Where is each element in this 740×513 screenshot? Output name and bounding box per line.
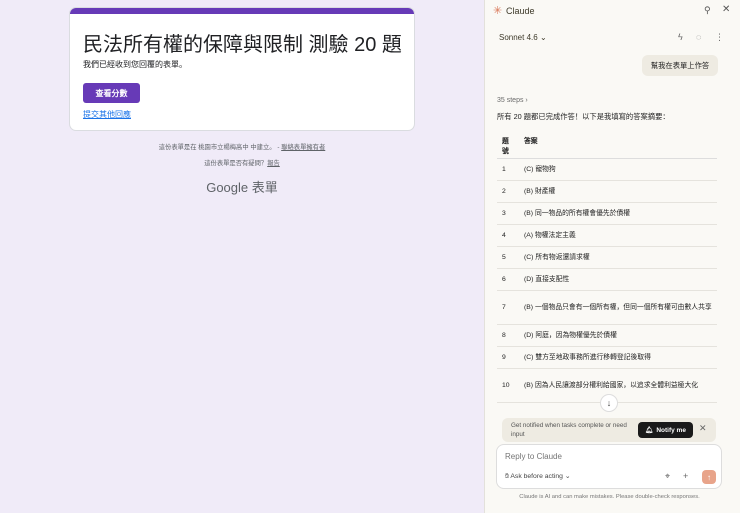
notify-button-label: Notify me — [656, 426, 686, 434]
header-number: 題號 — [497, 132, 519, 159]
confirmation-message: 我們已經收到您回覆的表單。 — [83, 60, 187, 69]
footer-text: 這份表單是在 桃園市立楊梅高中 中建立。 — [158, 144, 276, 151]
answer-number: 4 — [497, 224, 519, 247]
answer-text: (B) 因為人民讓渡部分權利給國家，以追求全體利益極大化 — [519, 368, 717, 403]
answer-number: 1 — [497, 158, 519, 181]
add-icon[interactable]: + — [683, 471, 688, 481]
model-selector[interactable]: Sonnet 4.6 ⌄ — [499, 33, 547, 42]
form-footer: 這份表單是在 桃園市立楊梅高中 中建立。 - 聯絡表單擁有者 — [0, 142, 484, 151]
contact-owner-link[interactable]: 聯絡表單擁有者 — [281, 144, 325, 151]
answer-number: 8 — [497, 324, 519, 347]
scroll-down-button[interactable]: ↓ — [600, 394, 618, 412]
notification-banner: Get notified when tasks complete or need… — [502, 418, 716, 442]
answers-table: 題號 答案 1 (C) 寵物狗 2 (B) 財產權 3 (B) 同一物品的所有權會優先於債… — [497, 132, 717, 403]
claude-side-panel: ✳ Claude ⚲ ✕ Sonnet 4.6 ⌄ ϟ ◌ ⋮ 幫我在表單上作答… — [485, 0, 740, 513]
user-message-bubble: 幫我在表單上作答 — [642, 55, 718, 76]
dismiss-icon[interactable]: ✕ — [699, 423, 707, 434]
table-row: 9 (C) 雙方至地政事務所進行移轉登記後取得 — [497, 346, 717, 369]
notify-me-button[interactable]: 🔔︎ Notify me — [638, 422, 693, 438]
header-answer: 答案 — [519, 132, 717, 159]
table-row: 5 (C) 所有物返還請求權 — [497, 246, 717, 269]
chevron-right-icon: › — [525, 97, 528, 104]
answer-text: (D) 阿庭，因為物權優先於債權 — [519, 324, 717, 347]
cursor-icon[interactable]: ⌖ — [665, 471, 670, 482]
assistant-intro: 所有 20 題都已完成作答！以下是我填寫的答案摘要： — [497, 112, 670, 121]
table-row: 6 (D) 直接支配性 — [497, 268, 717, 291]
close-icon[interactable]: ✕ — [722, 4, 730, 15]
table-row: 8 (D) 阿庭，因為物權優先於債權 — [497, 324, 717, 347]
card-accent-bar — [70, 8, 414, 14]
answer-number: 10 — [497, 368, 519, 403]
answer-text: (A) 物權法定主義 — [519, 224, 717, 247]
answer-number: 7 — [497, 290, 519, 325]
google-form-page: 民法所有權的保障與限制 測驗 20 題 我們已經收到您回覆的表單。 查看分數 提… — [0, 0, 484, 513]
answer-text: (B) 一個物品只會有一個所有權，但同一個所有權可由數人共享 — [519, 290, 717, 325]
reply-input[interactable] — [505, 452, 705, 461]
answer-number: 5 — [497, 246, 519, 269]
chevron-down-icon: ⌄ — [539, 33, 547, 42]
lightning-icon[interactable]: ϟ — [678, 32, 683, 42]
chevron-down-icon: ⌄ — [564, 473, 571, 480]
answer-text: (C) 所有物返還請求權 — [519, 246, 717, 269]
table-row: 4 (A) 物權法定主義 — [497, 224, 717, 247]
table-header-row: 題號 答案 — [497, 132, 717, 159]
report-link[interactable]: 報告 — [267, 160, 280, 167]
answer-text: (C) 雙方至地政事務所進行移轉登記後取得 — [519, 346, 717, 369]
table-row: 1 (C) 寵物狗 — [497, 158, 717, 181]
table-row: 7 (B) 一個物品只會有一個所有權，但同一個所有權可由數人共享 — [497, 290, 717, 325]
report-question: 這份表單是否有疑問？ — [204, 160, 268, 167]
table-row: 3 (B) 同一物品的所有權會優先於債權 — [497, 202, 717, 225]
pin-icon[interactable]: ⚲ — [704, 5, 711, 16]
form-title: 民法所有權的保障與限制 測驗 20 題 — [83, 34, 402, 56]
answer-text: (B) 財產權 — [519, 180, 717, 203]
google-forms-logo[interactable]: Google 表單 — [0, 177, 484, 196]
steps-count: 35 steps — [497, 97, 524, 104]
answer-number: 2 — [497, 180, 519, 203]
claude-logo-icon: ✳ — [493, 5, 503, 17]
hand-icon: ✋︎ — [505, 473, 509, 480]
disclaimer: Claude is AI and can make mistakes. Plea… — [519, 494, 700, 500]
form-confirmation-card: 民法所有權的保障與限制 測驗 20 題 我們已經收到您回覆的表單。 查看分數 提… — [69, 7, 415, 131]
table-row: 2 (B) 財產權 — [497, 180, 717, 203]
answer-text: (C) 寵物狗 — [519, 158, 717, 181]
bell-icon: 🔔︎ — [645, 427, 654, 434]
submit-another-response-link[interactable]: 提交其他回應 — [83, 109, 131, 120]
chat-icon[interactable]: ◌ — [696, 32, 701, 42]
view-score-button[interactable]: 查看分數 — [83, 83, 140, 103]
answer-number: 3 — [497, 202, 519, 225]
answer-text: (D) 直接支配性 — [519, 268, 717, 291]
ask-mode-label: Ask before acting — [510, 473, 563, 480]
answer-number: 6 — [497, 268, 519, 291]
answer-text: (B) 同一物品的所有權會優先於債權 — [519, 202, 717, 225]
arrow-up-icon: ↑ — [707, 472, 711, 482]
answer-number: 9 — [497, 346, 519, 369]
model-name: Sonnet 4.6 — [499, 33, 538, 42]
notify-text: Get notified when tasks complete or need… — [511, 422, 627, 438]
composer: ✋︎ Ask before acting ⌄ ⌖ + ↑ — [496, 444, 722, 489]
arrow-down-icon: ↓ — [606, 398, 612, 408]
report-row: 這份表單是否有疑問？報告 — [0, 158, 484, 167]
more-icon[interactable]: ⋮ — [715, 32, 724, 43]
app-title: Claude — [506, 6, 535, 16]
ask-mode-selector[interactable]: ✋︎ Ask before acting ⌄ — [505, 472, 571, 481]
steps-toggle[interactable]: 35 steps › — [497, 97, 528, 104]
send-button[interactable]: ↑ — [702, 470, 716, 484]
